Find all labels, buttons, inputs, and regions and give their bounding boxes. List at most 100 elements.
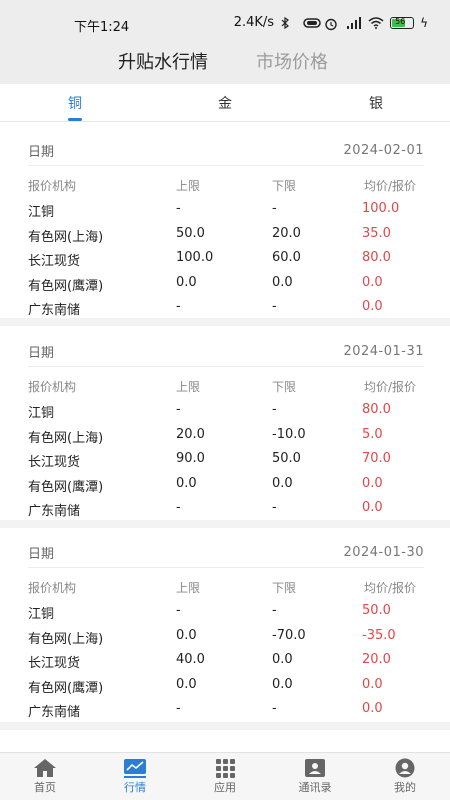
date-row: 日期 2024-01-31 — [28, 341, 424, 367]
cell-lower: 0.0 — [272, 475, 293, 491]
col-lower: 下限 — [272, 179, 297, 193]
battery-icon: 56 — [390, 16, 415, 29]
col-upper: 上限 — [176, 179, 201, 193]
cell-lower: 0.0 — [272, 652, 293, 668]
col-average: 均价/报价 — [364, 581, 417, 595]
cell-average: 20.0 — [362, 652, 391, 668]
cell-lower: -10.0 — [272, 426, 306, 442]
cell-average: 80.0 — [362, 250, 391, 266]
col-institution: 报价机构 — [28, 581, 77, 595]
cell-lower: 0.0 — [272, 676, 293, 692]
cell-lower: - — [272, 402, 277, 418]
table-row: 有色网(上海) 50.0 20.0 35.0 — [28, 223, 424, 247]
bluetooth-icon — [280, 16, 296, 29]
tab-silver[interactable]: 银 — [356, 93, 396, 113]
cell-average: 0.0 — [362, 499, 383, 515]
cell-institution: 广东南储 — [28, 704, 81, 720]
quote-table: 报价机构 上限 下限 均价/报价 江铜 - - 100.0 有色网(上海) 50.0 20… — [28, 174, 424, 320]
table-row: 江铜 - - 80.0 — [28, 399, 424, 423]
table-header: 报价机构 上限 下限 均价/报价 — [28, 576, 424, 600]
cell-institution: 长江现货 — [28, 254, 81, 270]
home-icon — [33, 758, 57, 778]
cell-upper: 40.0 — [176, 652, 205, 668]
cell-upper: 20.0 — [176, 426, 205, 442]
col-institution: 报价机构 — [28, 380, 77, 394]
cell-average: 5.0 — [362, 426, 383, 442]
nav-profile[interactable]: 我的 — [360, 753, 450, 800]
col-institution: 报价机构 — [28, 179, 77, 193]
cell-upper: 90.0 — [176, 451, 205, 467]
nav-contacts[interactable]: 通讯录 — [270, 753, 360, 800]
col-upper: 上限 — [176, 380, 201, 394]
cell-average: -35.0 — [362, 627, 396, 643]
section-divider — [0, 318, 450, 326]
cell-institution: 长江现货 — [28, 455, 81, 471]
quote-table: 报价机构 上限 下限 均价/报价 江铜 - - 80.0 有色网(上海) 20.0 -10… — [28, 375, 424, 521]
metal-tabs: 铜 金 银 — [0, 84, 450, 122]
cell-average: 50.0 — [362, 603, 391, 619]
nav-contacts-label: 通讯录 — [298, 781, 332, 794]
cell-upper: 0.0 — [176, 676, 197, 692]
cell-upper: - — [176, 603, 181, 619]
cell-upper: 100.0 — [176, 250, 214, 266]
tab-market-price[interactable]: 市场价格 — [256, 48, 328, 74]
cell-lower: 60.0 — [272, 250, 301, 266]
table-row: 有色网(鹰潭) 0.0 0.0 0.0 — [28, 272, 424, 296]
table-row: 长江现货 90.0 50.0 70.0 — [28, 448, 424, 472]
cell-lower: -70.0 — [272, 627, 306, 643]
date-label: 日期 — [28, 547, 55, 562]
col-lower: 下限 — [272, 581, 297, 595]
cell-lower: - — [272, 499, 277, 515]
table-row: 长江现货 100.0 60.0 80.0 — [28, 247, 424, 271]
cell-institution: 有色网(上海) — [28, 430, 104, 446]
col-lower: 下限 — [272, 380, 297, 394]
bottom-nav: 首页 行情 应用 通讯录 我的 — [0, 752, 450, 800]
cell-upper: - — [176, 499, 181, 515]
cell-upper: - — [176, 201, 181, 217]
table-row: 广东南储 - - 0.0 — [28, 296, 424, 320]
wifi-icon — [368, 16, 384, 29]
nav-market[interactable]: 行情 — [90, 753, 180, 800]
date-label: 日期 — [28, 145, 55, 160]
tab-gold[interactable]: 金 — [205, 93, 245, 113]
date-label: 日期 — [28, 346, 55, 361]
contacts-icon — [303, 758, 327, 778]
quote-list[interactable]: 日期 2024-02-01 报价机构 上限 下限 均价/报价 江铜 - - 100.0… — [0, 122, 450, 752]
cell-lower: 50.0 — [272, 451, 301, 467]
table-row: 江铜 - - 50.0 — [28, 600, 424, 624]
table-row: 有色网(上海) 20.0 -10.0 5.0 — [28, 424, 424, 448]
table-row: 长江现货 40.0 0.0 20.0 — [28, 649, 424, 673]
col-average: 均价/报价 — [364, 380, 417, 394]
cell-upper: - — [176, 402, 181, 418]
cell-lower: - — [272, 603, 277, 619]
table-row: 广东南储 - - 0.0 — [28, 497, 424, 521]
cell-institution: 广东南储 — [28, 302, 81, 318]
status-time: 下午1:24 — [74, 20, 130, 35]
cell-lower: - — [272, 298, 277, 314]
battery-level: 56 — [395, 16, 406, 26]
chart-icon — [123, 758, 147, 778]
nav-home[interactable]: 首页 — [0, 753, 90, 800]
cell-institution: 江铜 — [28, 607, 55, 623]
grid-icon — [213, 758, 237, 778]
charging-icon: ϟ — [420, 15, 428, 30]
date-value: 2024-01-30 — [343, 545, 424, 560]
network-speed: 2.4K/s — [233, 15, 275, 30]
date-row: 日期 2024-02-01 — [28, 140, 424, 166]
cell-average: 0.0 — [362, 274, 383, 290]
active-tab-indicator — [68, 118, 82, 121]
tab-copper[interactable]: 铜 — [55, 93, 95, 113]
col-upper: 上限 — [176, 581, 201, 595]
section-divider — [0, 520, 450, 528]
tab-premium-market[interactable]: 升贴水行情 — [118, 48, 208, 74]
quote-card: 日期 2024-01-31 报价机构 上限 下限 均价/报价 江铜 - - 80.0 … — [28, 341, 424, 521]
cell-institution: 有色网(鹰潭) — [28, 680, 104, 696]
nav-home-label: 首页 — [34, 781, 56, 794]
col-average: 均价/报价 — [364, 179, 417, 193]
cell-upper: 0.0 — [176, 475, 197, 491]
cell-upper: 0.0 — [176, 274, 197, 290]
section-divider — [0, 722, 450, 730]
nav-apps[interactable]: 应用 — [180, 753, 270, 800]
alarm-icon — [324, 17, 340, 30]
cell-upper: 0.0 — [176, 627, 197, 643]
